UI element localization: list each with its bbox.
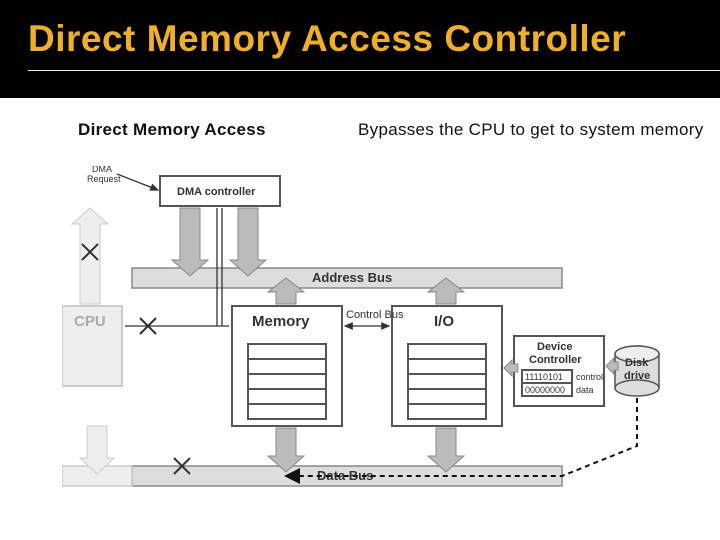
cpu-label: CPU <box>74 313 106 330</box>
disk-label-1: Disk <box>625 357 649 369</box>
dma-diagram: Address Bus Data Bus DMA controller DMA … <box>62 166 662 506</box>
dma-to-addr-arrow-1 <box>172 208 208 276</box>
dma-request-arrow <box>117 174 158 190</box>
dc-bits-control: 11110101 <box>525 372 563 382</box>
dma-controller-label: DMA controller <box>177 186 256 198</box>
dma-to-addr-arrow-2 <box>230 208 266 276</box>
dc-label-1: Device <box>537 341 572 353</box>
io-row <box>408 404 486 419</box>
slide-title: Direct Memory Access Controller <box>28 18 720 60</box>
cpu-addr-arrow <box>72 208 108 304</box>
disk-label-2: drive <box>624 370 650 382</box>
dc-bits-data: 00000000 <box>525 385 565 395</box>
subhead-left: Direct Memory Access <box>78 120 318 140</box>
address-bus-label: Address Bus <box>312 270 392 285</box>
title-rule <box>28 70 720 71</box>
subhead-right: Bypasses the CPU to get to system memory <box>358 120 704 140</box>
io-row <box>408 374 486 389</box>
dma-request-label-2: Request <box>87 174 121 184</box>
dc-reg-control-label: control <box>576 372 603 382</box>
mem-row <box>248 389 326 404</box>
title-bar: Direct Memory Access Controller <box>0 0 720 98</box>
io-row <box>408 359 486 374</box>
io-label: I/O <box>434 313 454 330</box>
mem-row <box>248 344 326 359</box>
control-bus-label: Control Bus <box>346 309 404 321</box>
memory-label: Memory <box>252 313 310 330</box>
mem-row <box>248 374 326 389</box>
dma-request-label-1: DMA <box>92 166 112 174</box>
dc-label-2: Controller <box>529 354 582 366</box>
subhead-row: Direct Memory Access Bypasses the CPU to… <box>0 98 720 140</box>
dc-reg-data-label: data <box>576 385 594 395</box>
mem-row <box>248 404 326 419</box>
io-row <box>408 389 486 404</box>
io-row <box>408 344 486 359</box>
mem-row <box>248 359 326 374</box>
